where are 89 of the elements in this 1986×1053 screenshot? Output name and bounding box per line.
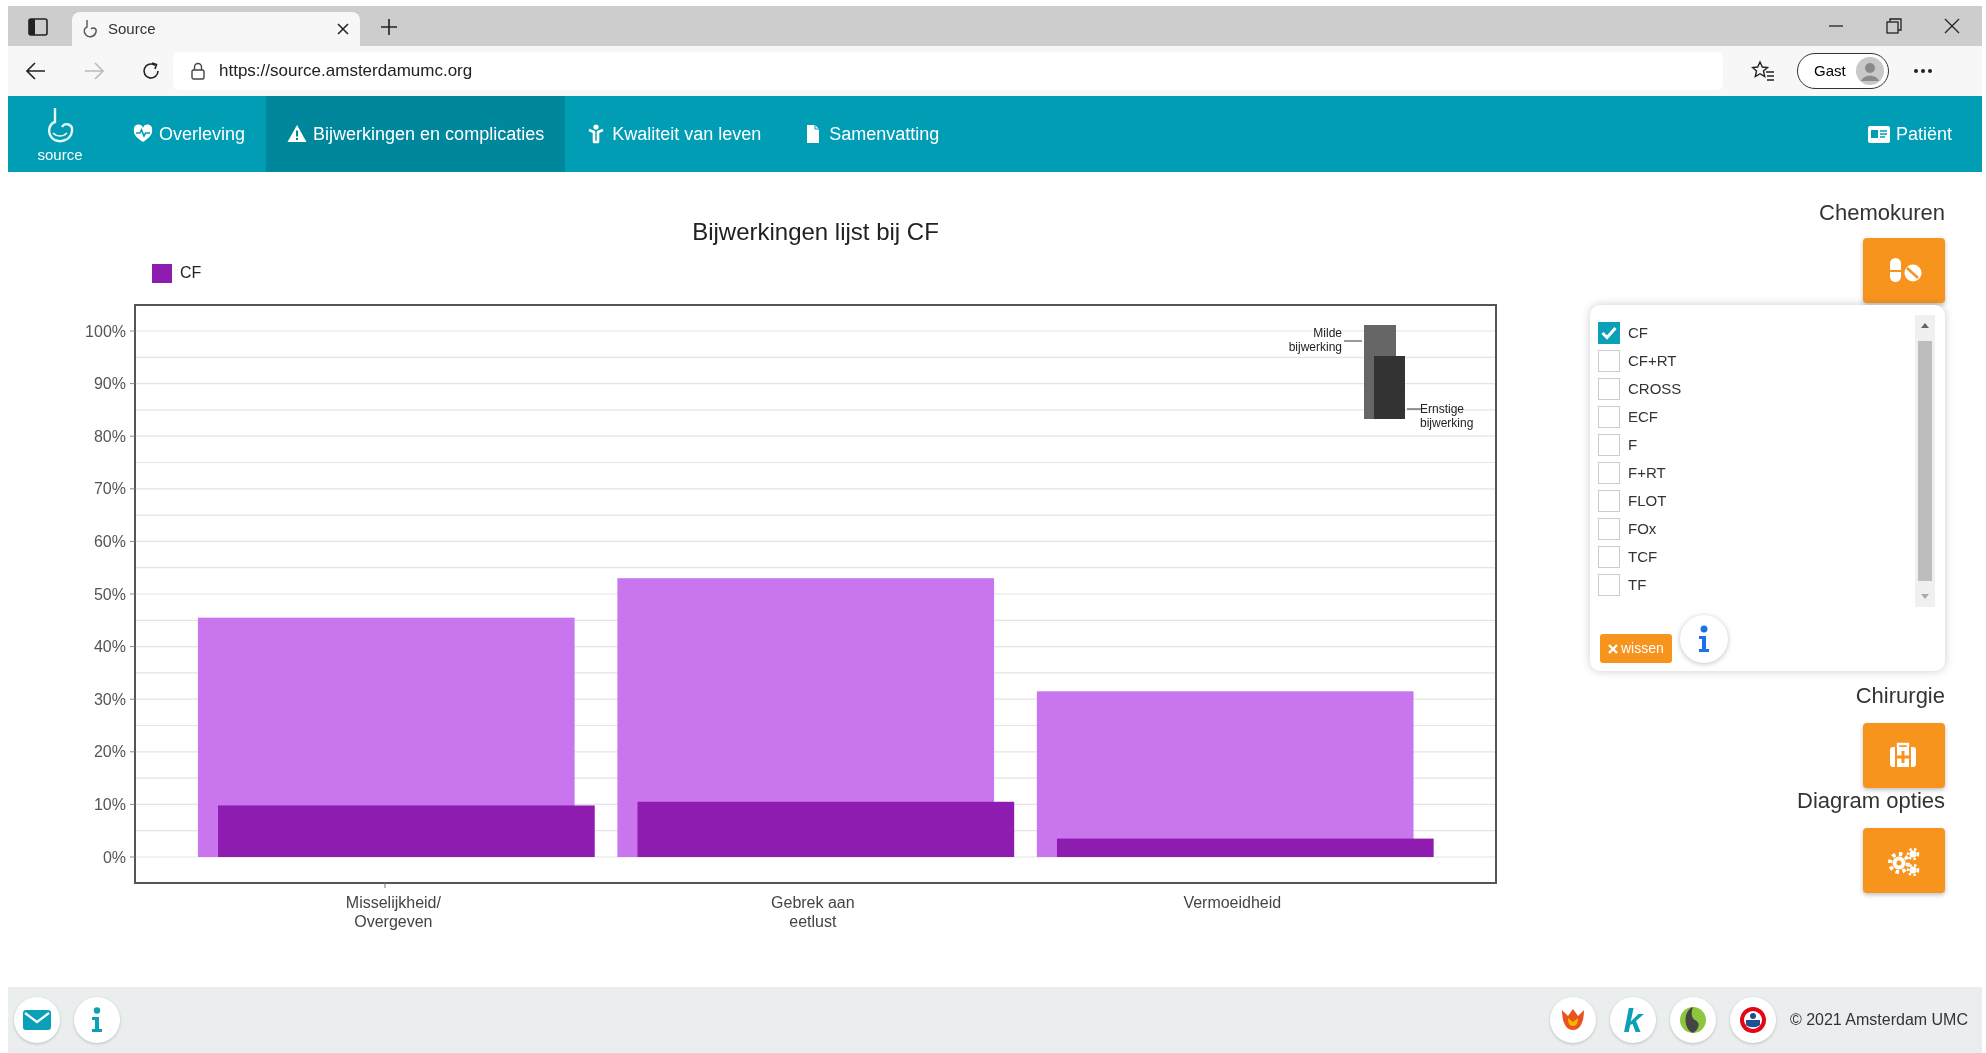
close-icon [1608, 643, 1618, 654]
section-heading: Chemokuren [1819, 200, 1945, 226]
chart-title: Bijwerkingen lijst bij CF [691, 218, 940, 246]
info-icon [1696, 625, 1711, 653]
tab-title: Source [108, 18, 156, 39]
axis-tick-label: 90% [93, 375, 126, 393]
axis-tick-label: 100% [85, 322, 126, 340]
section-heading: Diagram opties [1797, 788, 1945, 814]
axis-category-label: Misselijkheid/ Overgeven [344, 893, 442, 931]
favorites-icon[interactable] [1751, 60, 1775, 82]
axis-tick-label: 40% [93, 638, 126, 656]
legend-label: Milde bijwerking [1287, 326, 1342, 354]
patient-link[interactable]: Patiënt [1846, 96, 1982, 172]
checkbox[interactable] [1598, 406, 1620, 428]
option-label: FLOT [1628, 490, 1667, 511]
clear-button[interactable]: wissen [1600, 634, 1672, 663]
logo-text: source [37, 146, 83, 162]
chemo-button[interactable] [1863, 238, 1945, 303]
partner-logo-link[interactable] [1729, 997, 1776, 1043]
mail-button[interactable] [14, 997, 60, 1043]
reload-icon[interactable] [141, 61, 161, 81]
checkbox[interactable] [1598, 322, 1620, 344]
axis-tick-label: 20% [93, 743, 126, 761]
option-label: F+RT [1628, 462, 1666, 483]
copyright-text: © 2021 Amsterdam UMC [1789, 1010, 1968, 1030]
option-label: CF [1628, 322, 1648, 343]
option-label: CF+RT [1628, 350, 1677, 371]
axis-tick-label: 10% [93, 795, 126, 813]
info-button[interactable] [74, 997, 120, 1043]
checkbox[interactable] [1598, 490, 1620, 512]
info-icon [91, 1007, 103, 1033]
checkbox[interactable] [1598, 546, 1620, 568]
close-icon[interactable] [1944, 18, 1960, 34]
checkbox[interactable] [1598, 434, 1620, 456]
axis-tick-label: 50% [93, 585, 126, 603]
legend-label: CF [180, 263, 202, 283]
checkbox[interactable] [1598, 518, 1620, 540]
option-label: FOx [1628, 518, 1657, 539]
back-icon[interactable] [26, 62, 46, 80]
axis-tick-label: 0% [102, 848, 126, 866]
mail-icon [23, 1010, 51, 1030]
axis-tick-label: 80% [93, 427, 126, 445]
partner-logo-link[interactable]: k [1609, 997, 1656, 1043]
chart-options-button[interactable] [1863, 828, 1945, 893]
stomach-icon [82, 19, 98, 39]
scrollbar[interactable] [1915, 315, 1935, 607]
url-text: https://source.amsterdamumc.org [219, 60, 473, 83]
leader-line [1406, 408, 1423, 410]
heart-icon [133, 124, 153, 144]
partner-logo-link[interactable] [1669, 997, 1716, 1043]
nav-tab[interactable]: Bijwerkingen en complicaties [266, 96, 566, 172]
surgery-button[interactable] [1863, 723, 1945, 788]
warning-icon [287, 124, 308, 144]
checkbox[interactable] [1598, 378, 1620, 400]
axis-tick-label: 60% [93, 532, 126, 550]
plus-icon[interactable] [380, 18, 398, 36]
restore-icon[interactable] [1886, 18, 1902, 34]
emblem-icon [1738, 1006, 1767, 1034]
checkbox[interactable] [1598, 350, 1620, 372]
nav-tab[interactable]: Samenvatting [782, 96, 961, 172]
checkbox[interactable] [1598, 462, 1620, 484]
check-icon [1601, 326, 1617, 340]
legend-label: Ernstige bijwerking [1420, 402, 1475, 430]
axis-tick-label: 30% [93, 690, 126, 708]
option-label: CROSS [1628, 378, 1682, 399]
option-label: F [1628, 434, 1638, 455]
axis-category-label: Gebrek aan eetlust [770, 893, 856, 931]
axis-category-label: Vermoeidheid [1182, 893, 1283, 912]
section-heading: Chirurgie [1855, 683, 1945, 709]
option-label: TCF [1628, 546, 1658, 567]
id-card-icon [1867, 125, 1890, 143]
lock-icon [191, 62, 205, 80]
avatar-icon [1855, 57, 1884, 85]
forward-icon[interactable] [84, 62, 104, 80]
option-label: TF [1628, 574, 1647, 595]
close-icon[interactable] [336, 22, 350, 36]
profile-button[interactable]: Gast [1797, 53, 1889, 89]
option-label: ECF [1628, 406, 1658, 427]
nav-tab[interactable]: Overleving [112, 96, 267, 172]
more-icon[interactable] [1912, 68, 1933, 74]
sidebar-toggle-icon[interactable] [28, 18, 48, 36]
nav-tab[interactable]: Kwaliteit van leven [565, 96, 783, 172]
checkbox[interactable] [1598, 574, 1620, 596]
browser-tab[interactable]: Source [72, 12, 360, 46]
leader-line [1343, 340, 1363, 342]
leaf-icon [1678, 1006, 1707, 1034]
address-bar[interactable]: https://source.amsterdamumc.org [173, 52, 1723, 90]
axis-tick-label: 70% [93, 480, 126, 498]
info-button[interactable] [1679, 615, 1728, 663]
